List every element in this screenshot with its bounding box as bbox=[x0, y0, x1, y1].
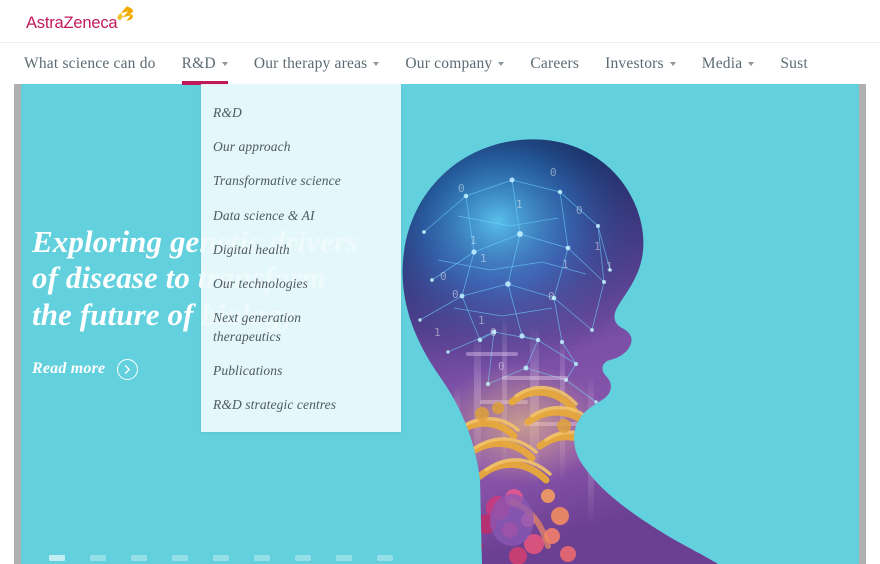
carousel-dot-9[interactable] bbox=[377, 555, 393, 561]
site-header: AstraZeneca bbox=[0, 0, 880, 42]
nav-item-media[interactable]: Media bbox=[702, 43, 755, 85]
carousel-dot-1[interactable] bbox=[49, 555, 65, 561]
dropdown-item-data-science-and-ai[interactable]: Data science & AI bbox=[201, 199, 401, 233]
dropdown-item-our-approach[interactable]: Our approach bbox=[201, 130, 401, 164]
svg-text:0: 0 bbox=[452, 288, 459, 301]
nav-item-our-therapy-areas[interactable]: Our therapy areas bbox=[254, 43, 380, 85]
nav-label: Our company bbox=[405, 55, 493, 73]
svg-text:0: 0 bbox=[550, 166, 557, 179]
nav-label: Sust bbox=[780, 55, 808, 73]
nav-label: R&D bbox=[181, 55, 216, 73]
carousel-dot-5[interactable] bbox=[213, 555, 229, 561]
dropdown-item-rd[interactable]: R&D bbox=[201, 96, 401, 130]
dropdown-item-publications[interactable]: Publications bbox=[201, 354, 401, 388]
window-edge-left bbox=[14, 84, 21, 564]
svg-text:1: 1 bbox=[478, 314, 485, 327]
browser-page: AstraZeneca What science can do R&D Our … bbox=[0, 0, 880, 564]
hero-carousel-indicators bbox=[49, 555, 418, 561]
svg-text:0: 0 bbox=[458, 182, 465, 195]
svg-text:1: 1 bbox=[562, 258, 569, 271]
svg-text:0: 0 bbox=[490, 326, 497, 339]
chevron-down-icon bbox=[498, 62, 505, 66]
dropdown-item-rd-strategic-centres[interactable]: R&D strategic centres bbox=[201, 388, 401, 422]
svg-text:0: 0 bbox=[498, 360, 505, 373]
carousel-dot-4[interactable] bbox=[172, 555, 188, 561]
dropdown-item-transformative-science[interactable]: Transformative science bbox=[201, 164, 401, 198]
rd-dropdown-menu: R&D Our approach Transformative science … bbox=[201, 84, 401, 433]
dropdown-item-digital-health[interactable]: Digital health bbox=[201, 233, 401, 267]
chevron-down-icon bbox=[373, 62, 380, 66]
read-more-label: Read more bbox=[32, 360, 106, 378]
carousel-dot-8[interactable] bbox=[336, 555, 352, 561]
svg-text:1: 1 bbox=[594, 240, 601, 253]
nav-item-what-science-can-do[interactable]: What science can do bbox=[24, 43, 156, 85]
window-edge-right bbox=[859, 84, 866, 564]
nav-item-careers[interactable]: Careers bbox=[530, 43, 579, 85]
chevron-down-icon bbox=[669, 62, 676, 66]
carousel-dot-3[interactable] bbox=[131, 555, 147, 561]
chevron-down-icon bbox=[748, 62, 755, 66]
nav-item-our-company[interactable]: Our company bbox=[405, 43, 505, 85]
nav-item-rd[interactable]: R&D bbox=[181, 43, 228, 85]
logo-wordmark: AstraZeneca bbox=[26, 13, 118, 32]
astrazeneca-logo[interactable]: AstraZeneca bbox=[26, 5, 134, 31]
dropdown-item-our-technologies[interactable]: Our technologies bbox=[201, 267, 401, 301]
nav-label: Our therapy areas bbox=[253, 55, 368, 73]
carousel-dot-2[interactable] bbox=[90, 555, 106, 561]
read-more-link[interactable]: Read more bbox=[32, 358, 139, 380]
dropdown-item-next-generation-therapeutics[interactable]: Next generation therapeutics bbox=[201, 301, 351, 353]
main-navigation: What science can do R&D Our therapy area… bbox=[0, 42, 880, 85]
nav-item-list: What science can do R&D Our therapy area… bbox=[24, 43, 834, 85]
carousel-dot-7[interactable] bbox=[295, 555, 311, 561]
nav-label: Media bbox=[701, 55, 743, 73]
svg-text:0: 0 bbox=[576, 204, 583, 217]
svg-text:0: 0 bbox=[440, 270, 447, 283]
svg-text:1: 1 bbox=[480, 252, 487, 265]
nav-label: What science can do bbox=[24, 55, 156, 73]
nav-label: Careers bbox=[530, 55, 580, 73]
svg-text:1: 1 bbox=[606, 260, 613, 273]
chevron-down-icon bbox=[221, 62, 228, 66]
carousel-dot-6[interactable] bbox=[254, 555, 270, 561]
chevron-right-circle-icon bbox=[117, 358, 139, 380]
svg-text:0: 0 bbox=[548, 290, 555, 303]
nav-item-sustainability[interactable]: Sust bbox=[780, 43, 808, 85]
nav-item-investors[interactable]: Investors bbox=[605, 43, 676, 85]
hero-banner: 00 01 10 01 10 11 10 10 Exploring geneti… bbox=[21, 84, 859, 564]
astrazeneca-az-flame-mark-icon bbox=[114, 5, 134, 29]
svg-text:1: 1 bbox=[434, 326, 441, 339]
nav-label: Investors bbox=[605, 55, 664, 73]
svg-text:1: 1 bbox=[516, 198, 523, 211]
svg-text:1: 1 bbox=[470, 234, 477, 247]
